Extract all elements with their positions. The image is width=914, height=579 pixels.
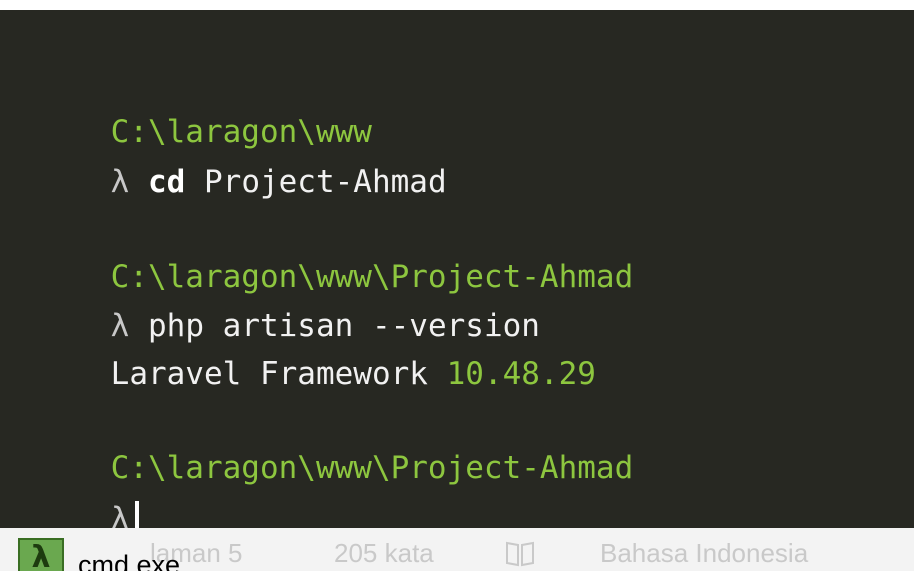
prompt-lambda-icon: λ [110, 164, 130, 200]
output-text: Laravel Framework [110, 356, 447, 392]
word-count[interactable]: 205 kata [334, 538, 434, 569]
command-args: Project-Ahmad [185, 164, 447, 200]
top-strip [0, 0, 914, 10]
taskbar-app-label: cmd.exe [78, 550, 181, 571]
proofing-book-icon[interactable] [505, 540, 535, 568]
laragon-lambda-icon: λ [18, 538, 64, 571]
taskbar-cmd-button[interactable]: λ cmd.exe [18, 538, 180, 571]
version-number: 10.48.29 [446, 356, 596, 392]
command-keyword: cd [148, 164, 186, 200]
language-indicator[interactable]: Bahasa Indonesia [600, 538, 808, 569]
status-bar: laman 5 205 kata Bahasa Indonesia λ cmd.… [0, 528, 914, 571]
path-text: C:\laragon\www\Project-Ahmad [110, 450, 634, 486]
terminal-window[interactable]: C:\laragon\www λ cd Project-Ahmad C:\lar… [0, 10, 914, 537]
